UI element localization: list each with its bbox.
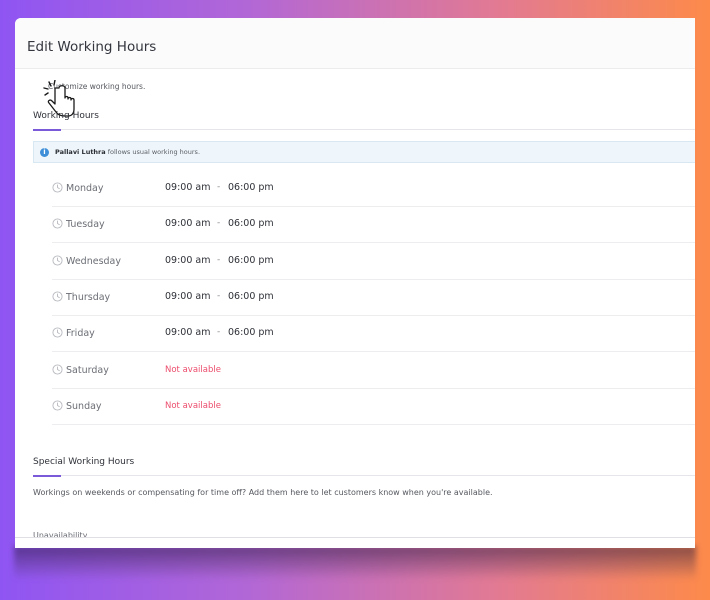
day-label: Tuesday <box>66 218 105 230</box>
end-time[interactable]: 06:00 pm <box>228 327 274 338</box>
day-row-monday[interactable]: Monday 09:00 am -06:00 pm <box>52 170 695 207</box>
edit-working-hours-panel: Edit Working Hours Customize working hou… <box>15 18 695 548</box>
working-hours-divider <box>33 128 695 131</box>
day-label: Wednesday <box>66 255 122 267</box>
panel-header: Edit Working Hours <box>15 18 695 69</box>
clock-icon <box>52 255 63 266</box>
info-banner: i Pallavi Luthra follows usual working h… <box>33 141 695 163</box>
start-time[interactable]: 09:00 am <box>165 182 210 193</box>
page-title: Edit Working Hours <box>27 39 157 55</box>
info-text: Pallavi Luthra follows usual working hou… <box>55 148 200 156</box>
time-separator: - <box>217 218 221 228</box>
day-row-wednesday[interactable]: Wednesday 09:00 am -06:00 pm <box>52 243 695 280</box>
clock-icon <box>52 218 63 229</box>
special-hours-divider <box>33 474 695 477</box>
day-label: Thursday <box>66 291 111 303</box>
panel-footer-divider <box>15 537 695 538</box>
working-hours-heading: Working Hours <box>33 111 99 121</box>
special-hours-description: Workings on weekends or compensating for… <box>33 488 493 497</box>
clock-icon <box>52 291 63 302</box>
end-time[interactable]: 06:00 pm <box>228 182 274 193</box>
clock-icon <box>52 400 63 411</box>
end-time[interactable]: 06:00 pm <box>228 291 274 302</box>
time-separator: - <box>217 255 221 265</box>
time-separator: - <box>217 327 221 337</box>
start-time[interactable]: 09:00 am <box>165 327 210 338</box>
staff-name: Pallavi Luthra <box>55 148 106 156</box>
time-separator: - <box>217 291 221 301</box>
end-time[interactable]: 06:00 pm <box>228 255 274 266</box>
clock-icon <box>52 182 63 193</box>
info-message: follows usual working hours. <box>105 148 201 156</box>
day-row-friday[interactable]: Friday 09:00 am -06:00 pm <box>52 315 695 352</box>
day-row-tuesday[interactable]: Tuesday 09:00 am -06:00 pm <box>52 206 695 243</box>
clock-icon <box>52 364 63 375</box>
time-separator: - <box>217 182 221 192</box>
start-time[interactable]: 09:00 am <box>165 218 210 229</box>
day-label: Saturday <box>66 364 109 376</box>
special-working-hours-heading: Special Working Hours <box>33 457 135 467</box>
not-available-status[interactable]: Not available <box>165 401 221 411</box>
day-label: Friday <box>66 327 95 339</box>
day-row-saturday[interactable]: Saturday Not available <box>52 352 695 389</box>
clock-icon <box>52 327 63 338</box>
day-label: Sunday <box>66 400 102 412</box>
day-row-sunday[interactable]: Sunday Not available <box>52 388 695 425</box>
start-time[interactable]: 09:00 am <box>165 255 210 266</box>
day-label: Monday <box>66 182 104 194</box>
day-row-thursday[interactable]: Thursday 09:00 am -06:00 pm <box>52 279 695 316</box>
panel-shadow <box>14 546 696 580</box>
not-available-status[interactable]: Not available <box>165 365 221 375</box>
start-time[interactable]: 09:00 am <box>165 291 210 302</box>
info-icon: i <box>40 148 49 157</box>
end-time[interactable]: 06:00 pm <box>228 218 274 229</box>
